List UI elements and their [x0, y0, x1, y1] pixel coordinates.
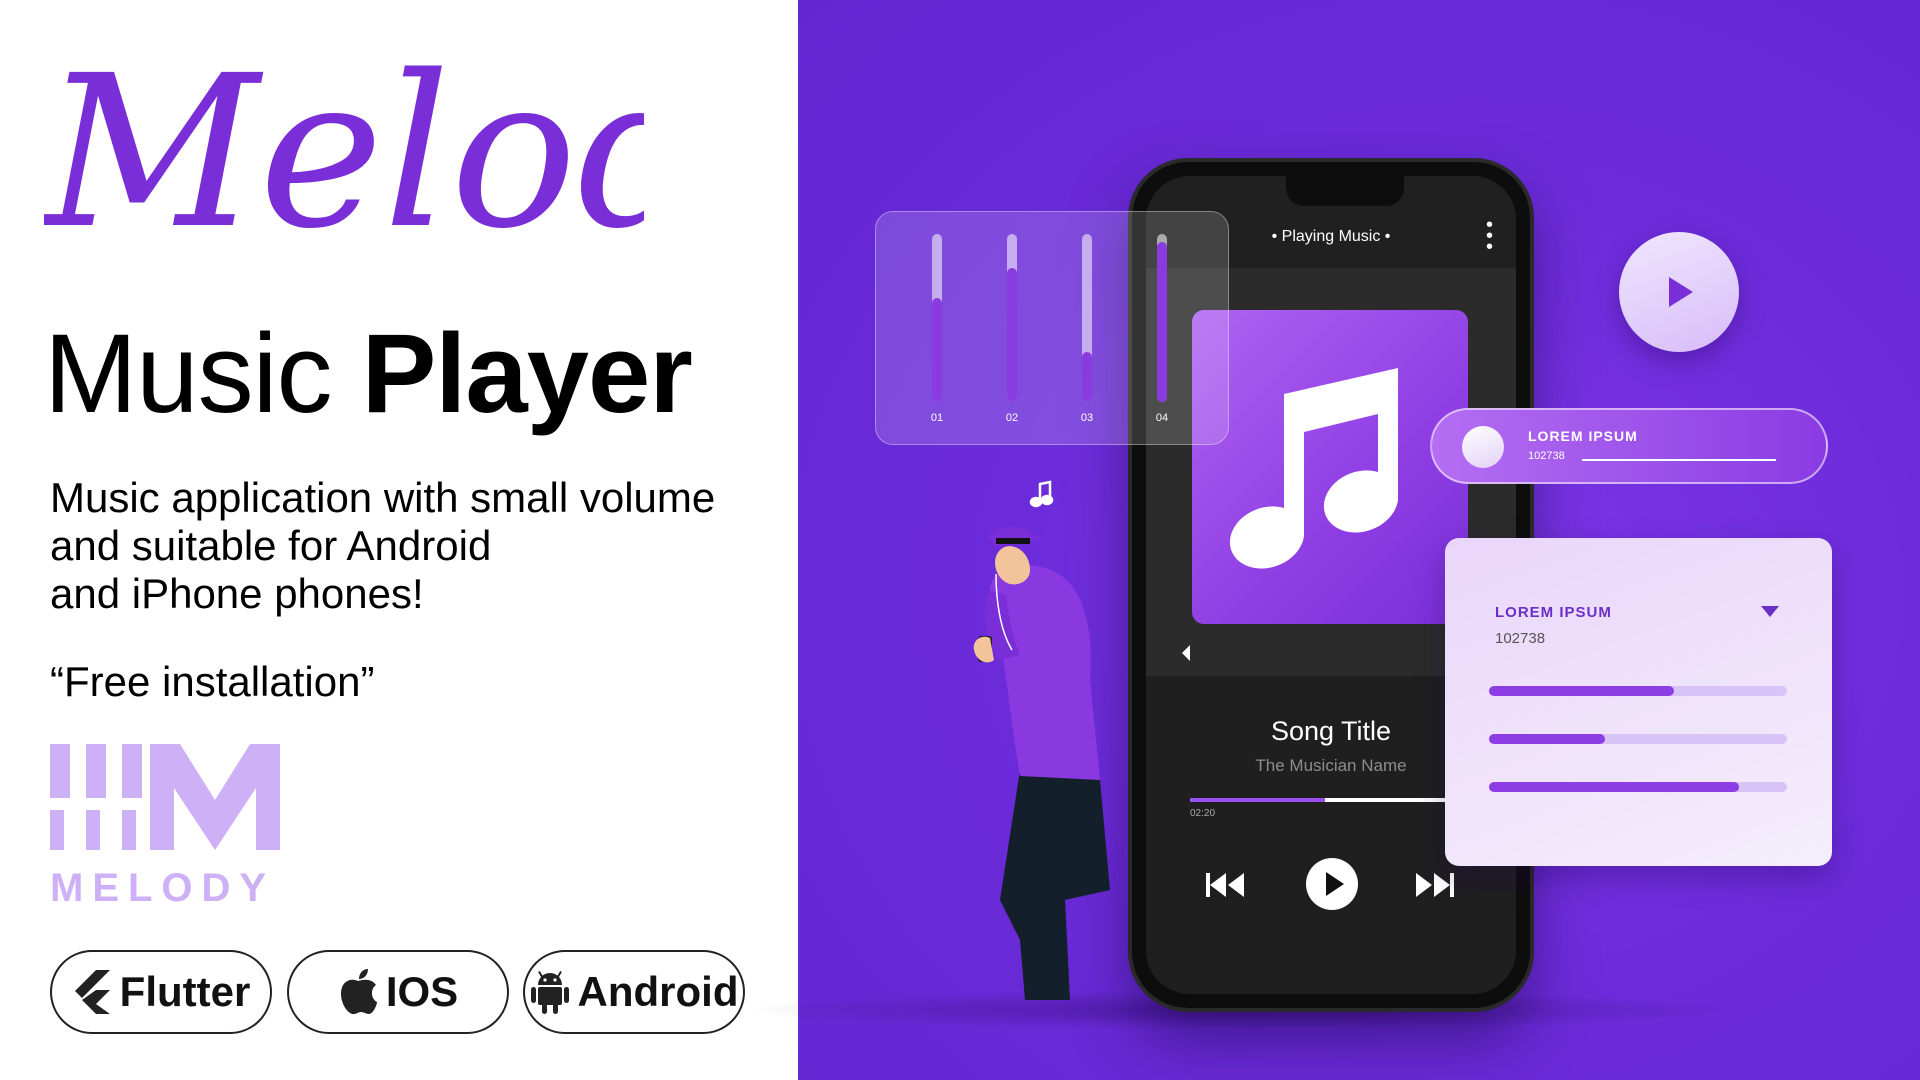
music-note-icon — [1229, 368, 1398, 569]
brand-script-title: Melody — [44, 30, 644, 275]
play-icon — [1669, 277, 1693, 307]
next-icon[interactable] — [1414, 872, 1454, 898]
eq-level — [1007, 267, 1017, 402]
stats-progress-bar — [1489, 686, 1787, 696]
title-bold: Player — [361, 311, 693, 436]
page-title: Music Player — [44, 318, 693, 430]
listener-illustration — [973, 480, 1110, 1000]
equalizer-card: 01 02 03 04 — [875, 211, 1229, 445]
eq-slider[interactable] — [932, 234, 942, 402]
ios-badge[interactable]: IOS — [287, 950, 509, 1034]
stats-progress-bar — [1489, 734, 1787, 744]
slider-knob[interactable] — [1462, 426, 1504, 468]
stats-card: LOREM IPSUM 102738 — [1445, 538, 1832, 866]
ios-label: IOS — [385, 968, 459, 1015]
logo-text: MELODY — [50, 866, 276, 910]
eq-label: 02 — [1005, 412, 1019, 424]
eq-label: 01 — [930, 412, 944, 424]
progress-fill — [1190, 798, 1325, 802]
flutter-badge[interactable]: Flutter — [50, 950, 272, 1034]
stats-progress-bar — [1489, 782, 1787, 792]
stats-progress-fill — [1489, 686, 1674, 696]
stats-progress-fill — [1489, 734, 1606, 744]
eq-level — [1157, 242, 1167, 402]
slider-card-value: 102738 — [1528, 450, 1565, 462]
flutter-icon — [74, 970, 110, 1014]
slider-card-line — [1582, 459, 1776, 461]
title-light: Music — [44, 311, 332, 436]
stats-progress-fill — [1489, 782, 1740, 792]
description-line: and iPhone phones! — [50, 570, 424, 617]
svg-text:Melody: Melody — [44, 30, 644, 275]
left-panel: Melody Music Player Music application wi… — [0, 0, 798, 1080]
eq-slider[interactable] — [1157, 234, 1167, 402]
play-icon[interactable] — [1306, 858, 1358, 910]
chevron-down-icon[interactable] — [1761, 606, 1779, 617]
slider-card-title: LOREM IPSUM — [1528, 428, 1638, 444]
eq-label: 04 — [1155, 412, 1169, 424]
slider-card[interactable]: LOREM IPSUM 102738 — [1430, 408, 1828, 484]
android-icon — [530, 971, 569, 1014]
back-arrow-icon[interactable] — [1180, 644, 1192, 662]
description: Music application with small volume and … — [50, 474, 770, 618]
elapsed-time: 02:20 — [1190, 808, 1216, 819]
apple-icon — [340, 969, 377, 1015]
android-badge[interactable]: Android — [523, 950, 745, 1034]
more-vertical-icon[interactable]: • • • — [1486, 215, 1493, 257]
description-line: and suitable for Android — [50, 522, 492, 569]
phone-notch — [1286, 176, 1404, 206]
stats-card-value: 102738 — [1495, 630, 1546, 647]
floating-play-button[interactable] — [1619, 232, 1739, 352]
eq-label: 03 — [1080, 412, 1094, 424]
eq-slider[interactable] — [1082, 234, 1092, 402]
description-line: Music application with small volume — [50, 474, 716, 521]
stats-card-title: LOREM IPSUM — [1495, 604, 1612, 621]
free-installation-quote: “Free installation” — [50, 658, 375, 705]
flutter-label: Flutter — [119, 968, 251, 1015]
eq-level — [932, 297, 942, 402]
album-art — [1192, 310, 1468, 624]
android-label: Android — [577, 968, 739, 1015]
eq-level — [1082, 351, 1092, 402]
previous-icon[interactable] — [1206, 872, 1246, 898]
eq-slider[interactable] — [1007, 234, 1017, 402]
